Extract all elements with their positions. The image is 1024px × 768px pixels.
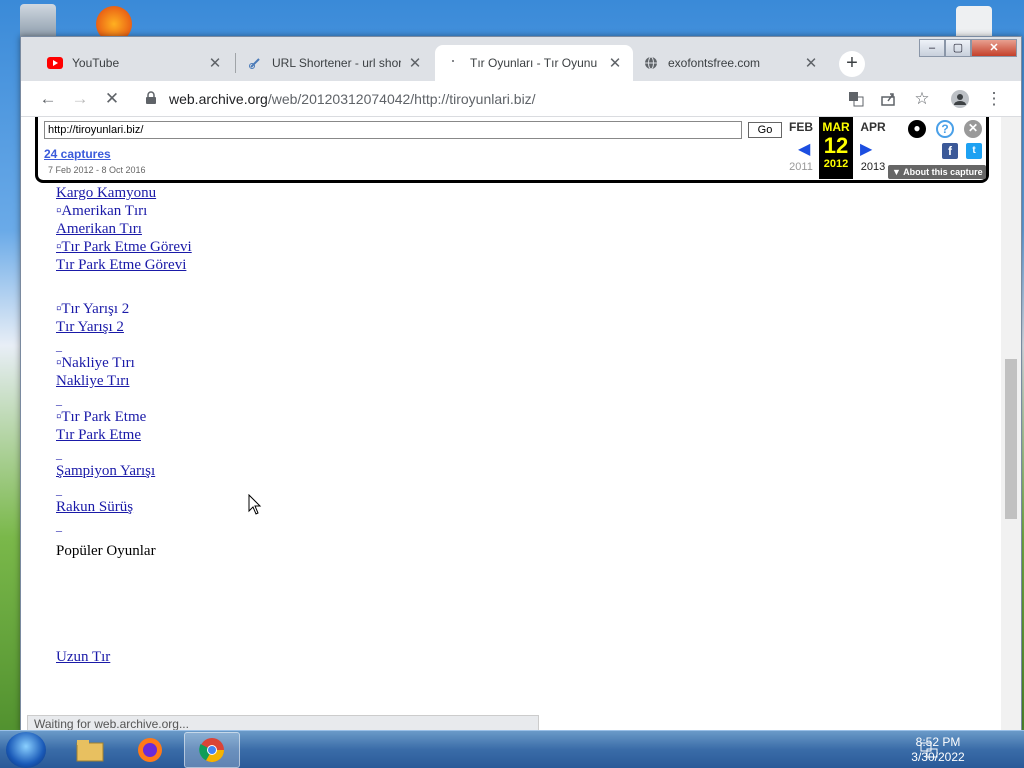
menu-kebab-icon[interactable]: ⋮ (981, 86, 1007, 112)
vertical-scrollbar[interactable] (1001, 117, 1021, 731)
forward-icon[interactable]: → (67, 86, 93, 112)
clock[interactable]: 8:52 PM 3/30/2022 (908, 735, 968, 765)
url-path: /web/20120312074042/http://tiroyunlari.b… (267, 91, 536, 107)
globe-icon (643, 55, 659, 71)
minimize-icon[interactable]: – (919, 39, 945, 57)
broken-image[interactable]: ▫Amerikan Tırı (56, 203, 147, 220)
start-button[interactable] (6, 732, 46, 768)
close-wayback-icon[interactable]: ✕ (964, 120, 982, 138)
captures-link[interactable]: 24 captures (44, 147, 111, 161)
url-text: web.archive.org/web/20120312074042/http:… (169, 91, 536, 107)
tab-tir-oyunlari[interactable]: Tır Oyunları - Tır Oyunu C ✕ (435, 45, 633, 81)
maximize-icon[interactable]: ▢ (945, 39, 971, 57)
account-icon[interactable]: ● (908, 120, 926, 138)
browser-toolbar: ← → ✕ web.archive.org/web/20120312074042… (21, 81, 1021, 117)
close-window-icon[interactable]: ✕ (971, 39, 1017, 57)
address-bar[interactable]: web.archive.org/web/20120312074042/http:… (135, 85, 915, 113)
prev-month-link[interactable]: FEB (784, 120, 818, 134)
new-tab-button[interactable]: + (839, 51, 865, 77)
game-link[interactable]: Kargo Kamyonu (56, 185, 156, 202)
about-capture-button[interactable]: ▼ About this capture (888, 165, 986, 179)
clock-date: 3/30/2022 (911, 750, 965, 764)
tab-url-shortener[interactable]: URL Shortener - url short ✕ (237, 47, 433, 79)
explorer-taskbar-icon[interactable] (62, 732, 118, 768)
image-alt-text: Amerikan Tırı (61, 203, 148, 219)
dropdown-triangle-icon: ▼ (892, 167, 904, 177)
clock-time: 8:52 PM (915, 735, 961, 749)
close-tab-icon[interactable]: ✕ (803, 54, 819, 72)
game-link[interactable]: Uzun Tır (56, 649, 110, 666)
image-alt-text: Tır Yarışı 2 (61, 301, 130, 317)
mouse-cursor-icon (248, 493, 262, 521)
current-capture-date: MAR 12 2012 (819, 117, 853, 179)
close-tab-icon[interactable]: ✕ (207, 54, 223, 72)
game-link[interactable]: Şampiyon Yarışı (56, 463, 155, 480)
separator-dash: _ (56, 519, 62, 533)
separator-dash: _ (56, 339, 62, 353)
current-year: 2012 (823, 158, 849, 170)
tab-separator (235, 53, 236, 73)
facebook-icon[interactable]: f (942, 143, 958, 159)
game-link[interactable]: Tır Yarışı 2 (56, 319, 124, 336)
separator-dash: _ (56, 447, 62, 461)
image-alt-text: Tır Park Etme (61, 409, 147, 425)
current-month: MAR (822, 120, 850, 134)
youtube-icon (47, 55, 63, 71)
wayback-go-button[interactable]: Go (748, 122, 782, 138)
lock-icon[interactable] (145, 91, 157, 110)
prev-capture-arrow-icon[interactable]: ◀ (798, 139, 810, 159)
wayback-url-input[interactable] (44, 121, 742, 139)
game-link[interactable]: Tır Park Etme (56, 427, 141, 444)
next-capture-arrow-icon[interactable]: ▶ (860, 139, 872, 159)
twitter-icon[interactable]: t (966, 143, 982, 159)
broken-image[interactable]: ▫Tır Park Etme Görevi (56, 239, 192, 256)
next-year-link[interactable]: 2013 (856, 161, 890, 173)
broken-image[interactable]: ▫Nakliye Tırı (56, 355, 135, 372)
popular-games-heading: Popüler Oyunlar (56, 543, 156, 559)
separator-dash: _ (56, 483, 62, 497)
help-icon[interactable]: ? (936, 120, 954, 138)
stop-loading-icon[interactable]: ✕ (99, 86, 125, 112)
game-link[interactable]: Amerikan Tırı (56, 221, 142, 238)
close-tab-icon[interactable]: ✕ (607, 54, 623, 72)
firefox-taskbar-icon[interactable] (122, 732, 178, 768)
browser-window: YouTube ✕ URL Shortener - url short ✕ Tı… (20, 36, 1022, 732)
url-host: web.archive.org (169, 91, 268, 107)
tab-title: URL Shortener - url short (272, 56, 401, 70)
tab-title: YouTube (72, 56, 120, 70)
profile-icon[interactable] (947, 86, 973, 112)
prev-year-link[interactable]: 2011 (784, 161, 818, 173)
tab-strip: YouTube ✕ URL Shortener - url short ✕ Tı… (21, 37, 1021, 83)
broken-image[interactable]: ▫Tır Yarışı 2 (56, 301, 129, 318)
next-month-link[interactable]: APR (856, 120, 890, 134)
tab-title: Tır Oyunları - Tır Oyunu C (470, 56, 601, 70)
bookmark-star-icon[interactable]: ☆ (909, 86, 935, 112)
scrollbar-thumb[interactable] (1005, 359, 1017, 519)
about-capture-label: About this capture (903, 167, 983, 177)
capture-range: 7 Feb 2012 - 8 Oct 2016 (48, 165, 146, 175)
image-alt-text: Tır Park Etme Görevi (61, 239, 192, 255)
wayback-toolbar: Go 24 captures 7 Feb 2012 - 8 Oct 2016 F… (35, 117, 989, 183)
translate-icon[interactable] (843, 86, 869, 112)
game-link[interactable]: Nakliye Tırı (56, 373, 129, 390)
back-icon[interactable]: ← (35, 86, 61, 112)
tab-title: exofontsfree.com (668, 56, 761, 70)
recycle-bin-icon[interactable] (20, 4, 56, 40)
close-tab-icon[interactable]: ✕ (407, 54, 423, 72)
page-icon (445, 55, 461, 71)
taskbar: 8:52 PM 3/30/2022 (0, 730, 1024, 768)
game-link[interactable]: Rakun Sürüş (56, 499, 133, 516)
broken-image[interactable]: ▫Tır Park Etme (56, 409, 146, 426)
share-icon[interactable] (875, 86, 901, 112)
tab-exofontsfree[interactable]: exofontsfree.com ✕ (633, 47, 829, 79)
image-alt-text: Nakliye Tırı (61, 355, 135, 371)
separator-dash: _ (56, 393, 62, 407)
link-icon (247, 55, 263, 71)
tab-youtube[interactable]: YouTube ✕ (37, 47, 233, 79)
chrome-taskbar-icon[interactable] (184, 732, 240, 768)
page-viewport: Kargo Kamyonu ▫Amerikan Tırı Amerikan Tı… (21, 117, 1001, 731)
current-day: 12 (823, 133, 849, 158)
game-link[interactable]: Tır Park Etme Görevi (56, 257, 186, 274)
window-controls: – ▢ ✕ (919, 39, 1017, 57)
